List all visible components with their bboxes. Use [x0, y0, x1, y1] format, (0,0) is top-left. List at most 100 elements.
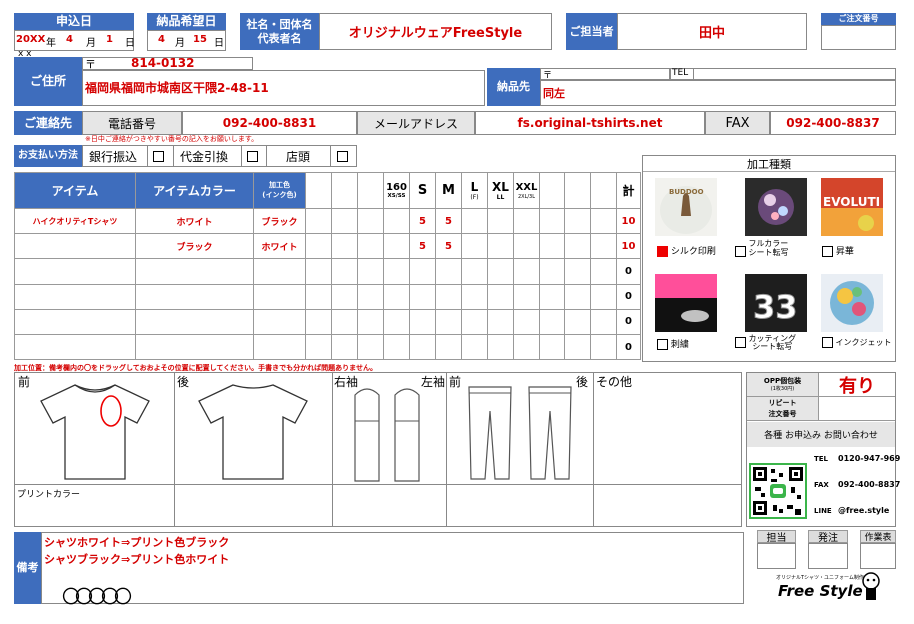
postal-field[interactable]: 〒 814-0132 — [82, 56, 253, 71]
order-no-label: ご注文番号 — [821, 13, 896, 25]
postal-code: 814-0132 — [131, 56, 195, 70]
cutting-sheet-checkbox[interactable] — [735, 337, 746, 348]
fullcolor-sheet-thumb — [745, 178, 807, 236]
position-markers[interactable]: 〇〇〇〇〇 — [62, 583, 132, 609]
print-color-label: プリントカラー — [17, 490, 81, 500]
contact-label: ご連絡先 — [14, 111, 82, 135]
embroidery-option[interactable]: 刺繍 — [657, 337, 689, 350]
delivery-tel-label: TEL — [672, 68, 689, 78]
side-fax-label: FAX — [814, 481, 829, 489]
sublimation-checkbox[interactable] — [822, 246, 833, 257]
delivery-day-unit: 日 — [214, 38, 224, 49]
company-label: 社名・団体名 代表者名 — [240, 13, 319, 50]
inquiry-label: 各種 お申込み お問い合わせ — [747, 422, 895, 447]
remarks-label: 備考 — [14, 532, 41, 604]
side-line-value: @free.style — [838, 506, 890, 515]
phone-label: 電話番号 — [82, 111, 182, 135]
apply-date-label: 申込日 — [14, 13, 134, 30]
svg-text:BUDDOO: BUDDOO — [669, 188, 704, 196]
apply-month-unit: 月 — [86, 38, 96, 49]
payment-bank-checkbox[interactable] — [153, 149, 164, 163]
silk-print-checkbox[interactable] — [657, 246, 668, 257]
tshirt-back-icon — [198, 384, 308, 480]
svg-text:33: 33 — [753, 288, 798, 326]
inkjet-checkbox[interactable] — [822, 337, 833, 348]
size-header-l: L (F) — [461, 172, 488, 209]
line-qr-code[interactable] — [749, 463, 807, 519]
items-table: アイテム アイテムカラー 加工色 (インク色) 160 XS/SS S M L (F… — [14, 172, 641, 361]
payment-options: 銀行振込 代金引換 店頭 — [82, 145, 357, 167]
payment-option-store: 店頭 — [286, 150, 311, 164]
delivery-address-field[interactable]: 同左 — [540, 80, 896, 106]
stamp-worksheet-field[interactable] — [860, 543, 896, 569]
table-row[interactable]: 0 — [14, 283, 641, 310]
address-value: 福岡県福岡市城南区干隈2-48-11 — [85, 81, 269, 95]
fullcolor-sheet-option[interactable]: フルカラー シート転写 — [735, 239, 789, 258]
payment-cod-checkbox[interactable] — [247, 149, 258, 163]
front-label: 前 — [18, 375, 31, 389]
sublimation-option[interactable]: 昇華 — [822, 244, 854, 257]
brand-tagline: オリジナルTシャツ・ユニフォーム制作 — [776, 575, 864, 581]
delivery-day: 15 — [193, 34, 207, 45]
staff-field[interactable]: 田中 — [617, 13, 807, 50]
tshirt-front-icon — [40, 384, 150, 480]
remarks-line-1: シャツホワイト⇒プリント色ブラック — [44, 536, 230, 549]
silk-print-thumb: BUDDOO — [655, 178, 717, 236]
header-ink-color: 加工色 (インク色) — [253, 172, 306, 209]
payment-store-checkbox[interactable] — [337, 149, 348, 163]
company-field[interactable]: オリジナルウェアFreeStyle — [319, 13, 552, 50]
table-row[interactable]: ブラック ホワイト 5 5 10 — [14, 233, 641, 260]
brand-logo-icon — [862, 572, 880, 600]
apply-day: 1 — [106, 34, 113, 45]
cutting-sheet-option[interactable]: カッティング シート転写 — [735, 334, 796, 352]
pants-back-icon — [528, 386, 572, 480]
embroidery-checkbox[interactable] — [657, 339, 668, 350]
remarks-field[interactable]: シャツホワイト⇒プリント色ブラック シャツブラック⇒プリント色ホワイト 〇〇〇〇… — [41, 532, 744, 608]
pants-back-label: 後 — [576, 375, 589, 389]
table-row[interactable]: 0 — [14, 333, 641, 361]
silk-print-option[interactable]: シルク印刷 — [657, 244, 716, 257]
stamp-order-label: 発注 — [808, 530, 848, 544]
stamp-order-field[interactable] — [808, 543, 848, 569]
apply-year-unit: 年 — [46, 38, 56, 49]
inkjet-option[interactable]: インクジェット — [822, 337, 892, 348]
delivery-postal-field[interactable]: 〒 — [540, 68, 670, 81]
delivery-dest-label: 納品先 — [487, 68, 540, 106]
pants-front-label: 前 — [449, 375, 462, 389]
side-tel-label: TEL — [814, 455, 829, 463]
stamp-staff-label: 担当 — [757, 530, 796, 544]
fullcolor-sheet-checkbox[interactable] — [735, 246, 746, 257]
delivery-month-unit: 月 — [175, 38, 185, 49]
remarks-line-2: シャツブラック⇒プリント色ホワイト — [44, 553, 230, 566]
mail-field[interactable]: fs.original-tshirts.net — [475, 111, 705, 135]
address-field[interactable]: 福岡県福岡市城南区干隈2-48-11 — [82, 70, 485, 106]
pants-front-icon — [468, 386, 512, 480]
processing-title: 加工種類 — [643, 156, 895, 172]
fax-field[interactable]: 092-400-8837 — [770, 111, 896, 135]
table-row[interactable]: 0 — [14, 258, 641, 285]
cutting-sheet-thumb: 33 — [745, 274, 807, 332]
delivery-date-field[interactable]: 4 月 15 日 — [147, 30, 226, 51]
opp-value[interactable]: 有り — [819, 373, 895, 397]
address-label: ご住所 — [14, 57, 82, 106]
repeat-field[interactable] — [819, 397, 895, 421]
side-info-panel: OPP個包装 (1枚30円) 有り リピート 注文番号 各種 お申込み お問い合… — [746, 372, 900, 527]
table-row[interactable]: 0 — [14, 308, 641, 335]
header-item: アイテム — [14, 172, 136, 209]
side-line-label: LINE — [814, 507, 832, 515]
table-row[interactable]: ハイクオリティTシャツ ホワイト ブラック 5 5 10 — [14, 207, 641, 235]
order-no-field[interactable] — [821, 25, 896, 50]
brand-name: Free Style — [778, 582, 863, 600]
apply-date-field[interactable]: 20XX 年 4 月 1 日 — [14, 30, 135, 51]
apply-day-unit: 日 — [125, 38, 135, 49]
delivery-date-label: 納品希望日 — [147, 13, 226, 30]
side-tel-value: 0120-947-969 — [838, 454, 901, 463]
other-label: その他 — [596, 375, 633, 389]
size-header-xl: XL LL — [487, 172, 514, 209]
stamp-staff-field[interactable] — [757, 543, 796, 569]
delivery-tel-field[interactable]: TEL — [670, 68, 896, 80]
phone-field[interactable]: 092-400-8831 — [182, 111, 357, 135]
size-header-s: S — [409, 172, 436, 209]
sublimation-thumb: EVOLUTI — [821, 178, 883, 236]
size-header-160: 160 XS/SS — [383, 172, 410, 209]
